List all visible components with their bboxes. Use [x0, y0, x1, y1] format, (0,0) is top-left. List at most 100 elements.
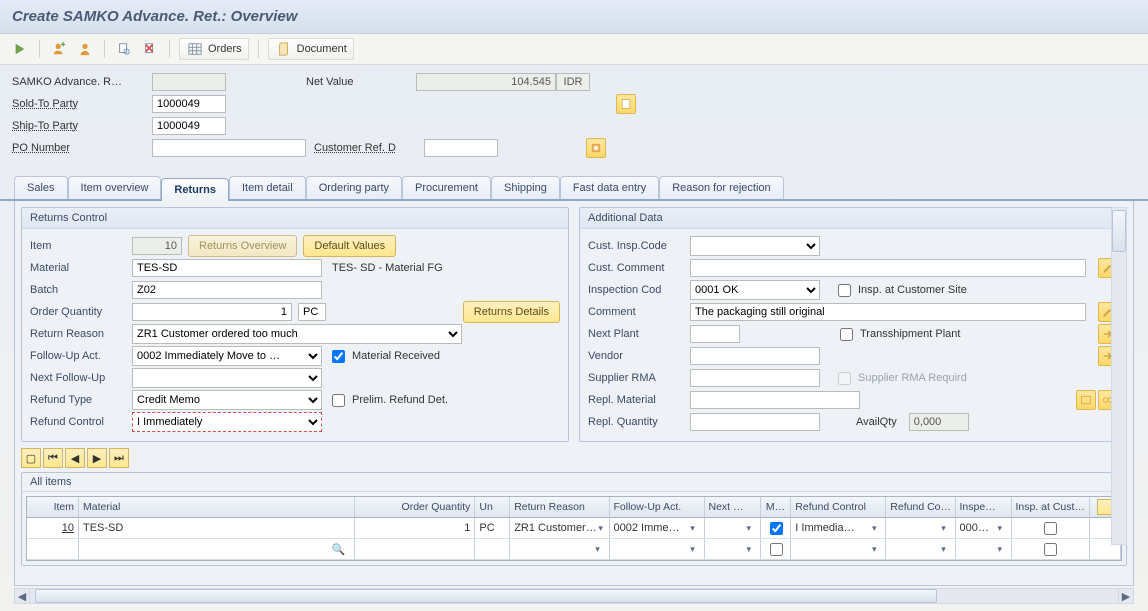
insp-at-customer-checkbox[interactable] [838, 284, 851, 297]
chevron-down-icon[interactable] [867, 521, 881, 535]
cell-iac-checkbox[interactable] [1044, 522, 1057, 535]
cust-insp-code-select[interactable] [690, 236, 820, 256]
vertical-scrollbar[interactable] [1111, 207, 1127, 545]
col-order-qty[interactable]: Order Quantity [355, 497, 476, 517]
cell-refund-control[interactable] [791, 539, 886, 559]
chevron-down-icon[interactable] [742, 521, 756, 535]
doc-number-input[interactable] [152, 73, 226, 91]
repl-mat-action1-button[interactable] [1076, 390, 1096, 410]
cell-mr[interactable] [761, 539, 792, 559]
tab-ordering-party[interactable]: Ordering party [306, 176, 402, 199]
batch-input[interactable] [132, 281, 322, 299]
tab-procurement[interactable]: Procurement [402, 176, 491, 199]
customer-ref-input[interactable] [424, 139, 498, 157]
cell-insp[interactable] [956, 539, 1012, 559]
col-material-received[interactable]: M… [761, 497, 792, 517]
ship-to-input[interactable] [152, 117, 226, 135]
next-plant-input[interactable] [690, 325, 740, 343]
cell-unit[interactable]: PC [475, 518, 510, 538]
cell-mr[interactable] [761, 518, 792, 538]
prelim-refund-checkbox[interactable] [332, 394, 345, 407]
tab-shipping[interactable]: Shipping [491, 176, 560, 199]
tab-item-overview[interactable]: Item overview [68, 176, 162, 199]
cell-iac[interactable] [1012, 518, 1090, 538]
horizontal-scrollbar[interactable]: ◀ ▶ [14, 588, 1134, 604]
scroll-right-icon[interactable]: ▶ [1118, 589, 1133, 603]
col-followup[interactable]: Follow-Up Act. [610, 497, 705, 517]
tab-returns[interactable]: Returns [161, 178, 229, 201]
chevron-down-icon[interactable] [937, 542, 951, 556]
person-icon[interactable] [75, 39, 95, 59]
col-unit[interactable]: Un [475, 497, 510, 517]
cell-iac[interactable] [1012, 539, 1090, 559]
orders-button[interactable]: Orders [179, 38, 249, 60]
nav-next-icon[interactable]: ▶ [87, 448, 107, 468]
chevron-down-icon[interactable] [867, 542, 881, 556]
col-material[interactable]: Material [79, 497, 355, 517]
nav-last-icon[interactable]: ⏭ [109, 448, 129, 468]
cell-item[interactable] [27, 539, 79, 559]
execute-icon[interactable] [10, 39, 30, 59]
cell-iac-checkbox[interactable] [1044, 543, 1057, 556]
chevron-down-icon[interactable] [993, 542, 1007, 556]
table-row[interactable]: 10 TES-SD 1 PC ZR1 Customer… 0002 Imme… … [27, 518, 1121, 539]
cell-mr-checkbox[interactable] [770, 543, 783, 556]
scroll-left-icon[interactable]: ◀ [15, 589, 30, 603]
header-details-button[interactable] [586, 138, 606, 158]
supplier-rma-input[interactable] [690, 369, 820, 387]
cell-qty[interactable]: 1 [355, 518, 476, 538]
cell-reason[interactable]: ZR1 Customer… [510, 518, 609, 538]
default-values-button[interactable]: Default Values [303, 235, 396, 257]
cell-refund-control[interactable]: I Immedia… [791, 518, 886, 538]
chevron-down-icon[interactable] [686, 521, 700, 535]
tab-fast-data-entry[interactable]: Fast data entry [560, 176, 659, 199]
material-received-checkbox[interactable] [332, 350, 345, 363]
col-refund-co[interactable]: Refund Co… [886, 497, 955, 517]
partner-details-button[interactable] [616, 94, 636, 114]
sold-to-input[interactable] [152, 95, 226, 113]
followup-act-select[interactable]: 0002 Immediately Move to … [132, 346, 322, 366]
chevron-down-icon[interactable] [993, 521, 1007, 535]
cell-refund-co[interactable] [886, 518, 955, 538]
cust-comment-input[interactable] [690, 259, 1086, 277]
nav-new-icon[interactable]: ▢ [21, 448, 41, 468]
chevron-down-icon[interactable] [937, 521, 951, 535]
cell-refund-co[interactable] [886, 539, 955, 559]
col-item[interactable]: Item [27, 497, 79, 517]
returns-overview-button[interactable]: Returns Overview [188, 235, 297, 257]
col-refund-control[interactable]: Refund Control [791, 497, 886, 517]
scrollbar-thumb[interactable] [1112, 210, 1126, 252]
table-row[interactable]: 🔍 [27, 539, 1121, 560]
tab-item-detail[interactable]: Item detail [229, 176, 306, 199]
chevron-down-icon[interactable] [597, 521, 605, 535]
returns-details-button[interactable]: Returns Details [463, 301, 560, 323]
cell-next[interactable] [705, 518, 761, 538]
cell-followup[interactable] [610, 539, 705, 559]
scrollbar-thumb[interactable] [35, 589, 937, 603]
po-number-input[interactable] [152, 139, 306, 157]
cell-reason[interactable] [510, 539, 609, 559]
transshipment-checkbox[interactable] [840, 328, 853, 341]
repl-material-input[interactable] [690, 391, 860, 409]
material-new-input[interactable] [83, 540, 350, 558]
comment-input[interactable] [690, 303, 1086, 321]
next-followup-select[interactable] [132, 368, 322, 388]
cell-qty[interactable] [355, 539, 476, 559]
cell-material[interactable]: TES-SD [79, 518, 355, 538]
cell-insp[interactable]: 000… [956, 518, 1012, 538]
col-return-reason[interactable]: Return Reason [510, 497, 609, 517]
refund-type-select[interactable]: Credit Memo [132, 390, 322, 410]
tab-reason-for-rejection[interactable]: Reason for rejection [659, 176, 783, 199]
nav-first-icon[interactable]: ⏮ [43, 448, 63, 468]
nav-prev-icon[interactable]: ◀ [65, 448, 85, 468]
search-icon[interactable]: 🔍 [332, 543, 346, 556]
cell-followup[interactable]: 0002 Imme… [610, 518, 705, 538]
tab-sales[interactable]: Sales [14, 176, 68, 199]
uom-input[interactable] [298, 303, 326, 321]
return-reason-select[interactable]: ZR1 Customer ordered too much [132, 324, 462, 344]
col-inspection[interactable]: Inspe… [956, 497, 1012, 517]
cell-unit[interactable] [475, 539, 510, 559]
col-next[interactable]: Next … [705, 497, 761, 517]
cell-material[interactable]: 🔍 [79, 539, 355, 559]
cell-next[interactable] [705, 539, 761, 559]
